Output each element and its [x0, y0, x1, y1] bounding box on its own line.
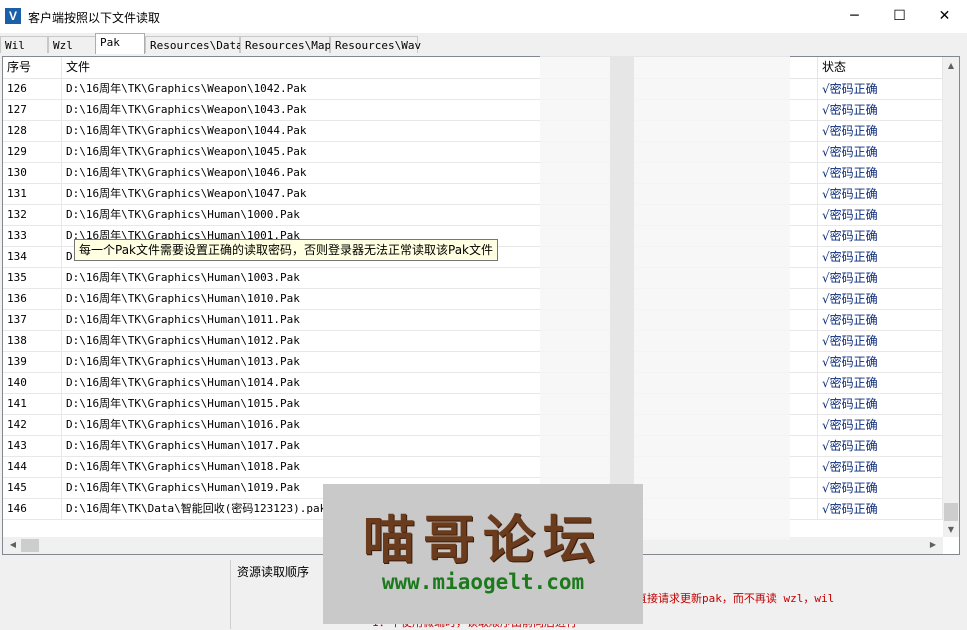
- list-rows: 126 D:\16周年\TK\Graphics\Weapon\1042.Pak √密…: [3, 79, 943, 520]
- row-number: 135: [3, 268, 62, 288]
- tab-strip: Wil Wzl Pak Resources\Data Resources\Map…: [0, 33, 967, 54]
- file-list[interactable]: 序号 文件 状态 126 D:\16周年\TK\Graphics\Weapon\1…: [2, 56, 960, 555]
- table-row[interactable]: 143 D:\16周年\TK\Graphics\Human\1017.Pak √密码…: [3, 436, 943, 457]
- table-row[interactable]: 128 D:\16周年\TK\Graphics\Weapon\1044.Pak √密…: [3, 121, 943, 142]
- table-row[interactable]: 141 D:\16周年\TK\Graphics\Human\1015.Pak √密码…: [3, 394, 943, 415]
- row-number: 145: [3, 478, 62, 498]
- row-number: 144: [3, 457, 62, 477]
- row-number: 126: [3, 79, 62, 99]
- table-row[interactable]: 142 D:\16周年\TK\Graphics\Human\1016.Pak √密码…: [3, 415, 943, 436]
- watermark-title: 喵哥论坛: [362, 510, 603, 571]
- table-row[interactable]: 132 D:\16周年\TK\Graphics\Human\1000.Pak √密码…: [3, 205, 943, 226]
- row-number: 143: [3, 436, 62, 456]
- row-number: 138: [3, 331, 62, 351]
- row-status: √密码正确: [818, 394, 943, 414]
- row-number: 142: [3, 415, 62, 435]
- row-status: √密码正确: [818, 310, 943, 330]
- row-number: 131: [3, 184, 62, 204]
- maximize-button[interactable]: ☐: [877, 0, 922, 33]
- table-row[interactable]: 129 D:\16周年\TK\Graphics\Weapon\1045.Pak √密…: [3, 142, 943, 163]
- window-title: 客户端按照以下文件读取: [28, 11, 161, 25]
- table-row[interactable]: 137 D:\16周年\TK\Graphics\Human\1011.Pak √密码…: [3, 310, 943, 331]
- row-number: 127: [3, 100, 62, 120]
- row-status: √密码正确: [818, 352, 943, 372]
- table-row[interactable]: 126 D:\16周年\TK\Graphics\Weapon\1042.Pak √密…: [3, 79, 943, 100]
- scroll-left-icon[interactable]: ◀: [5, 540, 21, 549]
- row-status: √密码正确: [818, 499, 943, 519]
- scroll-down-icon[interactable]: ▼: [943, 525, 959, 534]
- table-row[interactable]: 144 D:\16周年\TK\Graphics\Human\1018.Pak √密码…: [3, 457, 943, 478]
- close-button[interactable]: ✕: [922, 0, 967, 33]
- row-number: 137: [3, 310, 62, 330]
- row-number: 140: [3, 373, 62, 393]
- table-row[interactable]: 127 D:\16周年\TK\Graphics\Weapon\1043.Pak √密…: [3, 100, 943, 121]
- watermark-logo: 喵哥论坛 www.miaogelt.com: [323, 484, 643, 624]
- table-row[interactable]: 131 D:\16周年\TK\Graphics\Weapon\1047.Pak √密…: [3, 184, 943, 205]
- order-label: 资源读取顺序: [237, 565, 310, 579]
- app-icon: V: [5, 8, 21, 24]
- row-status: √密码正确: [818, 100, 943, 120]
- row-status: √密码正确: [818, 226, 943, 246]
- table-row[interactable]: 139 D:\16周年\TK\Graphics\Human\1013.Pak √密码…: [3, 352, 943, 373]
- scroll-right-icon[interactable]: ▶: [925, 540, 941, 549]
- row-status: √密码正确: [818, 331, 943, 351]
- row-status: √密码正确: [818, 163, 943, 183]
- redacted-area: [540, 56, 790, 540]
- vertical-scroll-thumb[interactable]: [944, 503, 958, 521]
- row-number: 128: [3, 121, 62, 141]
- tab-pak[interactable]: Pak: [95, 33, 145, 54]
- row-status: √密码正确: [818, 289, 943, 309]
- row-status: √密码正确: [818, 184, 943, 204]
- row-number: 146: [3, 499, 62, 519]
- horizontal-scroll-thumb[interactable]: [21, 539, 39, 552]
- row-number: 132: [3, 205, 62, 225]
- row-status: √密码正确: [818, 268, 943, 288]
- row-status: √密码正确: [818, 247, 943, 267]
- tab-resources-wav[interactable]: Resources\Wav: [330, 36, 421, 53]
- tab-resources-data[interactable]: Resources\Data: [145, 36, 243, 53]
- row-status: √密码正确: [818, 373, 943, 393]
- header-num[interactable]: 序号: [3, 57, 62, 78]
- tab-resources-map[interactable]: Resources\Map: [240, 36, 331, 53]
- row-status: √密码正确: [818, 79, 943, 99]
- vertical-scrollbar[interactable]: ▲ ▼: [943, 57, 959, 537]
- row-number: 130: [3, 163, 62, 183]
- row-number: 129: [3, 142, 62, 162]
- redacted-strip: [610, 56, 634, 540]
- row-number: 141: [3, 394, 62, 414]
- row-number: 134: [3, 247, 62, 267]
- minimize-button[interactable]: ─: [832, 0, 877, 33]
- row-status: √密码正确: [818, 205, 943, 225]
- row-status: √密码正确: [818, 457, 943, 477]
- scroll-up-icon[interactable]: ▲: [943, 61, 959, 70]
- row-status: √密码正确: [818, 436, 943, 456]
- table-row[interactable]: 130 D:\16周年\TK\Graphics\Weapon\1046.Pak √密…: [3, 163, 943, 184]
- table-row[interactable]: 136 D:\16周年\TK\Graphics\Human\1010.Pak √密码…: [3, 289, 943, 310]
- watermark-url: www.miaogelt.com: [381, 570, 585, 594]
- row-status: √密码正确: [818, 415, 943, 435]
- note-right: 直接请求更新pak，而不再读 wzl，wil: [636, 592, 835, 605]
- title-bar: V 客户端按照以下文件读取 ─ ☐ ✕: [0, 0, 967, 33]
- tab-wil[interactable]: Wil: [0, 36, 48, 53]
- row-status: √密码正确: [818, 142, 943, 162]
- table-row[interactable]: 140 D:\16周年\TK\Graphics\Human\1014.Pak √密码…: [3, 373, 943, 394]
- tab-wzl[interactable]: Wzl: [48, 36, 96, 53]
- row-number: 133: [3, 226, 62, 246]
- tooltip: 每一个Pak文件需要设置正确的读取密码，否则登录器无法正常读取该Pak文件: [74, 239, 499, 261]
- header-status[interactable]: 状态: [818, 57, 943, 78]
- row-number: 136: [3, 289, 62, 309]
- table-row[interactable]: 135 D:\16周年\TK\Graphics\Human\1003.Pak √密码…: [3, 268, 943, 289]
- row-number: 139: [3, 352, 62, 372]
- row-status: √密码正确: [818, 121, 943, 141]
- list-header: 序号 文件 状态: [3, 57, 943, 79]
- row-status: √密码正确: [818, 478, 943, 498]
- table-row[interactable]: 138 D:\16周年\TK\Graphics\Human\1012.Pak √密码…: [3, 331, 943, 352]
